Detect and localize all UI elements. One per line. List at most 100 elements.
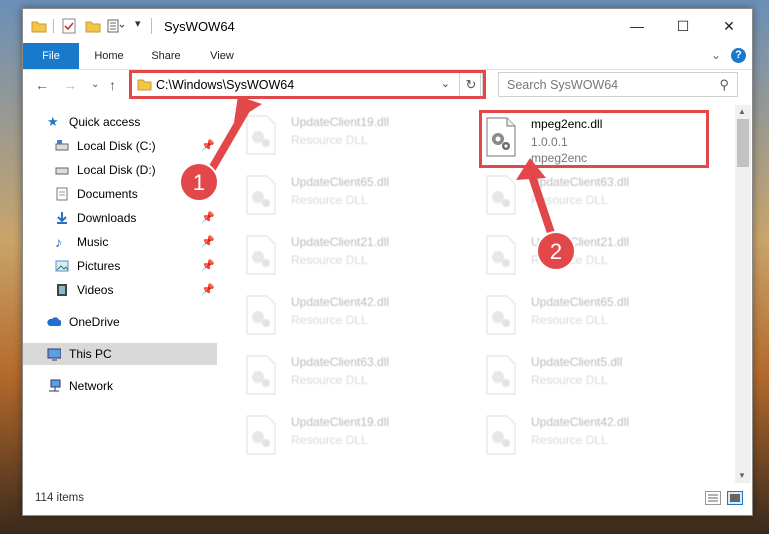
search-input[interactable]: Search SysWOW64 ⚲ — [498, 72, 738, 97]
divider — [53, 19, 54, 33]
star-icon: ★ — [47, 114, 59, 129]
customize-toolbar-icon[interactable] — [107, 18, 125, 34]
file-name: UpdateClient19.dll — [291, 115, 390, 129]
dll-file-icon — [246, 415, 276, 455]
sidebar-item-onedrive[interactable]: OneDrive — [23, 311, 217, 333]
minimize-button[interactable]: — — [614, 9, 660, 43]
tab-view[interactable]: View — [201, 43, 243, 69]
sidebar-item-videos[interactable]: Videos 📌 — [23, 279, 217, 301]
list-item[interactable]: UpdateClient63.dll Resource DLL — [231, 351, 451, 407]
pin-icon[interactable]: 📌 — [201, 255, 215, 277]
sidebar-item-this-pc[interactable]: This PC — [23, 343, 217, 365]
file-name: UpdateClient65.dll — [291, 175, 390, 189]
pin-icon[interactable]: 📌 — [201, 279, 215, 301]
dll-file-icon — [246, 295, 276, 335]
forward-button[interactable]: → — [63, 77, 77, 93]
search-icon[interactable]: ⚲ — [719, 77, 729, 93]
dll-file-icon — [486, 175, 516, 215]
divider — [151, 18, 152, 34]
scroll-up-icon[interactable]: ▲ — [738, 107, 746, 116]
sidebar-item-label: Network — [69, 379, 114, 393]
scroll-down-icon[interactable]: ▼ — [738, 471, 746, 480]
sidebar-item-label: OneDrive — [69, 315, 120, 329]
help-icon[interactable]: ? — [731, 48, 746, 63]
sidebar-item-network[interactable]: Network — [23, 375, 217, 397]
pin-icon[interactable]: 📌 — [201, 231, 215, 253]
navigation-pane: ★ Quick access Local Disk (C:) 📌 Local D… — [23, 105, 217, 489]
sidebar-item-label: Downloads — [77, 211, 137, 225]
sidebar-item-label: Quick access — [69, 115, 141, 129]
pin-icon[interactable]: 📌 — [201, 135, 215, 157]
file-name: UpdateClient42.dll — [531, 415, 630, 429]
file-name: UpdateClient19.dll — [291, 415, 390, 429]
pin-icon[interactable]: 📌 — [201, 207, 215, 229]
file-description: Resource DLL — [291, 133, 368, 147]
list-item[interactable]: UpdateClient42.dll Resource DLL — [231, 291, 451, 347]
details-view-icon[interactable] — [705, 491, 721, 505]
maximize-button[interactable]: ☐ — [660, 9, 706, 43]
dll-file-icon — [486, 295, 516, 335]
file-name: UpdateClient42.dll — [291, 295, 390, 309]
file-name: UpdateClient63.dll — [531, 175, 630, 189]
up-button[interactable]: ↑ — [109, 77, 116, 93]
selected-file-highlight — [479, 110, 709, 168]
tab-home[interactable]: Home — [85, 43, 133, 69]
file-description: Resource DLL — [291, 313, 368, 327]
tab-share[interactable]: Share — [143, 43, 189, 69]
sidebar-item-label: Music — [77, 235, 109, 249]
file-description: Resource DLL — [531, 433, 608, 447]
recent-locations-button[interactable]: ⌄ — [91, 79, 99, 90]
properties-icon[interactable] — [61, 18, 77, 34]
list-item[interactable]: UpdateClient21.dll Resource DLL — [471, 231, 691, 287]
music-icon: ♪ — [55, 234, 62, 250]
qa-dropdown-icon[interactable]: ▾ — [135, 17, 141, 33]
list-item[interactable]: UpdateClient21.dll Resource DLL — [231, 231, 451, 287]
list-item[interactable]: UpdateClient5.dll Resource DLL — [471, 351, 691, 407]
title-bar: ▾ SysWOW64 — ☐ ✕ — [23, 9, 752, 43]
sidebar-item-music[interactable]: ♪ Music 📌 — [23, 231, 217, 253]
new-folder-icon[interactable] — [85, 18, 101, 34]
file-description: Resource DLL — [291, 433, 368, 447]
sidebar-item-quick-access[interactable]: ★ Quick access — [23, 111, 217, 133]
dll-file-icon — [246, 115, 276, 155]
scroll-thumb[interactable] — [737, 119, 749, 167]
dll-file-icon — [486, 235, 516, 275]
drive-icon — [55, 140, 69, 151]
sidebar-item-documents[interactable]: Documents — [23, 183, 217, 205]
sidebar-item-local-disk-d[interactable]: Local Disk (D:) — [23, 159, 217, 181]
sidebar-item-pictures[interactable]: Pictures 📌 — [23, 255, 217, 277]
cloud-icon — [47, 317, 61, 326]
vertical-scrollbar[interactable]: ▲ ▼ — [735, 105, 751, 483]
folder-icon — [31, 21, 47, 33]
list-item[interactable]: UpdateClient63.dll Resource DLL — [471, 171, 691, 227]
dll-file-icon — [246, 235, 276, 275]
list-item[interactable]: UpdateClient65.dll Resource DLL — [231, 171, 451, 227]
file-name: UpdateClient21.dll — [291, 235, 390, 249]
file-name: UpdateClient63.dll — [291, 355, 390, 369]
tab-file[interactable]: File — [23, 43, 79, 69]
list-item[interactable]: UpdateClient65.dll Resource DLL — [471, 291, 691, 347]
collapse-ribbon-icon[interactable]: ⌄ — [711, 48, 721, 62]
dll-file-icon — [486, 415, 516, 455]
sidebar-item-downloads[interactable]: Downloads 📌 — [23, 207, 217, 229]
file-description: Resource DLL — [291, 193, 368, 207]
sidebar-item-label: Videos — [77, 283, 114, 297]
list-item[interactable]: UpdateClient19.dll Resource DLL — [231, 411, 451, 467]
sidebar-item-local-disk-c[interactable]: Local Disk (C:) 📌 — [23, 135, 217, 157]
dll-file-icon — [246, 355, 276, 395]
sidebar-item-label: This PC — [69, 347, 112, 361]
videos-icon — [57, 284, 67, 296]
navigation-bar: ← → ⌄ ↑ C:\Windows\SysWOW64 ⌄ ↻ Search S… — [23, 69, 752, 103]
back-button[interactable]: ← — [35, 77, 49, 93]
network-icon — [49, 379, 61, 392]
documents-icon — [56, 187, 68, 201]
close-button[interactable]: ✕ — [706, 9, 752, 43]
large-icons-view-icon[interactable] — [727, 491, 743, 505]
sidebar-item-label: Local Disk (C:) — [77, 139, 156, 153]
file-description: Resource DLL — [531, 253, 608, 267]
file-description: Resource DLL — [531, 373, 608, 387]
file-name: UpdateClient5.dll — [531, 355, 623, 369]
list-item[interactable]: UpdateClient42.dll Resource DLL — [471, 411, 691, 467]
file-description: Resource DLL — [531, 313, 608, 327]
list-item[interactable]: UpdateClient19.dll Resource DLL — [231, 111, 451, 167]
